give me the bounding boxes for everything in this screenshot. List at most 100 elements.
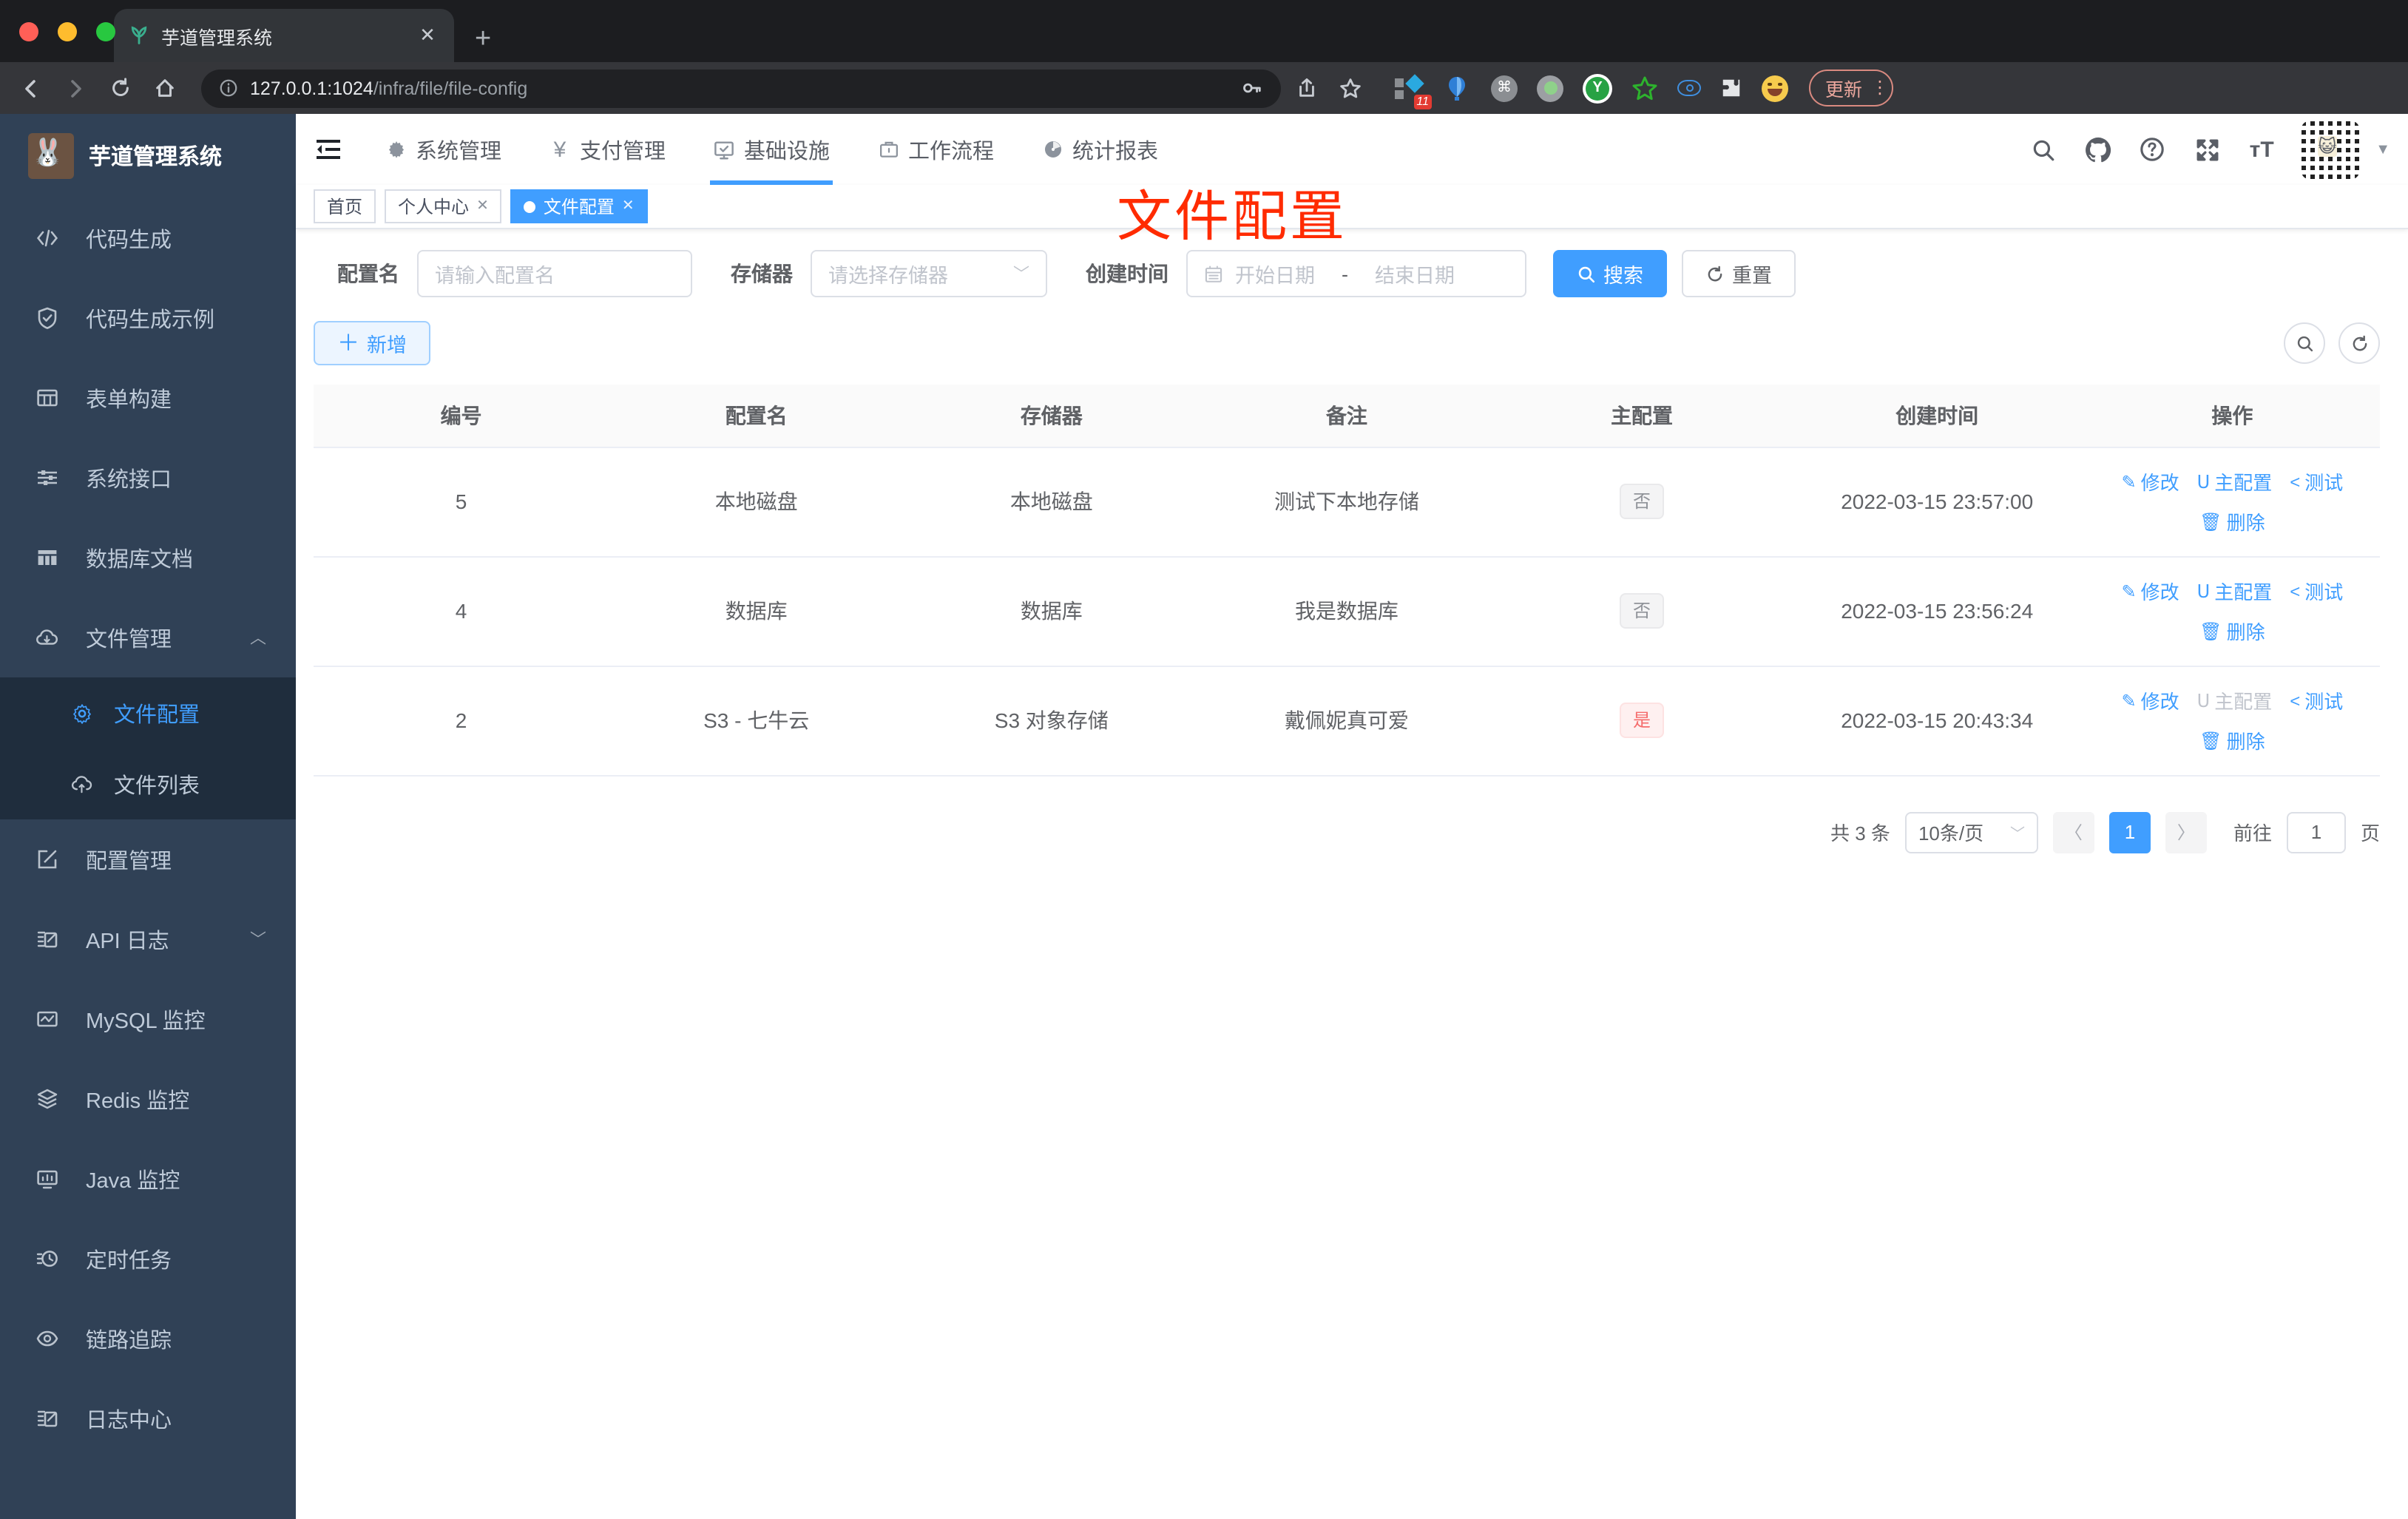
tag-home[interactable]: 首页 [314,189,376,223]
fullscreen-icon[interactable] [2192,135,2222,164]
sidebar-item-redis-monitor[interactable]: Redis 监控 [0,1059,296,1139]
sidebar-logo[interactable]: 芋道管理系统 [0,114,296,198]
sidebar-item-tracing[interactable]: 链路追踪 [0,1299,296,1378]
test-action[interactable]: < 测试 [2290,686,2343,714]
storage-select[interactable]: 请选择存储器 ﹀ [811,250,1047,297]
edit-action[interactable]: ✎ 修改 [2121,577,2179,605]
extension-command-icon[interactable]: ⌘ [1491,75,1518,101]
window-close-button[interactable] [19,22,38,41]
magnet-icon: ᑌ [2196,581,2211,601]
extensions-puzzle-icon[interactable] [1720,77,1742,99]
password-key-icon[interactable] [1241,77,1263,99]
sidebar-item-form-builder[interactable]: 表单构建 [0,358,296,438]
window-minimize-button[interactable] [58,22,77,41]
browser-tab[interactable]: 芋道管理系统 ✕ [114,9,454,62]
search-button[interactable]: 搜索 [1553,250,1667,297]
monitor-check-icon [713,138,735,160]
sidebar-item-file-mgmt[interactable]: 文件管理 ︿ [0,598,296,677]
master-action[interactable]: ᑌ 主配置 [2197,577,2273,605]
forward-icon[interactable] [56,69,95,107]
refresh-table-button[interactable] [2338,322,2380,364]
avatar-caret-icon[interactable]: ▼ [2375,141,2390,158]
sidebar-item-java-monitor[interactable]: Java 监控 [0,1139,296,1219]
share-icon[interactable] [1287,69,1325,107]
sidebar-item-api-log[interactable]: API 日志 ﹀ [0,899,296,979]
window-zoom-button[interactable] [96,22,115,41]
delete-action[interactable]: 🗑 删除 [2199,507,2265,535]
nav-item-infra[interactable]: 基础设施 [695,114,848,185]
search-icon[interactable] [2028,135,2057,164]
date-range-picker[interactable]: 开始日期 - 结束日期 [1186,250,1526,297]
top-navigation: 系统管理 ¥ 支付管理 基础设施 工作流程 统计报表 [367,114,1176,185]
sidebar-item-scheduled-tasks[interactable]: 定时任务 [0,1219,296,1299]
show-search-button[interactable] [2284,322,2325,364]
sidebar-item-code-demo[interactable]: 代码生成示例 [0,278,296,358]
sidebar-item-code-gen[interactable]: 代码生成 [0,198,296,278]
tab-close-icon[interactable]: ✕ [416,24,439,47]
next-page-button[interactable]: 〉 [2165,811,2207,853]
url-bar[interactable]: 127.0.0.1:1024/infra/file/file-config [201,69,1281,107]
extension-green-dot-icon[interactable] [1537,75,1563,101]
sidebar-item-system-api[interactable]: 系统接口 [0,438,296,518]
edit-icon: ✎ [2121,471,2137,492]
close-icon[interactable]: ✕ [476,198,489,214]
close-icon[interactable]: ✕ [622,198,635,214]
current-page[interactable]: 1 [2108,811,2151,853]
tags-bar: 首页 个人中心 ✕ 文件配置 ✕ [296,185,2408,229]
window-controls[interactable] [19,22,115,41]
help-icon[interactable] [2137,135,2167,164]
reset-button[interactable]: 重置 [1682,250,1796,297]
edit-action[interactable]: ✎ 修改 [2121,686,2179,714]
prev-page-button[interactable]: 〈 [2052,811,2094,853]
delete-action[interactable]: 🗑 删除 [2199,726,2265,754]
log-edit-icon [35,927,59,951]
chart-icon [35,1007,59,1031]
test-action[interactable]: < 测试 [2290,467,2343,495]
config-name-input[interactable]: 请输入配置名 [417,250,692,297]
page-size-select[interactable]: 10条/页 ﹀ [1904,811,2038,853]
favicon-leaf-icon [129,25,149,46]
chevron-down-icon: ﹀ [250,932,266,950]
sidebar-item-mysql-monitor[interactable]: MySQL 监控 [0,979,296,1059]
add-button[interactable]: ＋ 新增 [314,321,431,365]
delete-action[interactable]: 🗑 删除 [2199,617,2265,645]
cell-id: 4 [314,556,609,666]
nav-item-pay[interactable]: ¥ 支付管理 [531,114,683,185]
tag-file-config[interactable]: 文件配置 ✕ [510,189,648,223]
back-icon[interactable] [12,69,50,107]
edit-action[interactable]: ✎ 修改 [2121,467,2179,495]
extension-y-icon[interactable]: Y [1583,73,1612,103]
sidebar-item-log-center[interactable]: 日志中心 [0,1378,296,1458]
sidebar-item-db-doc[interactable]: 数据库文档 [0,518,296,598]
test-action[interactable]: < 测试 [2290,577,2343,605]
extension-balloon-icon[interactable] [1442,73,1472,103]
col-name: 配置名 [609,385,904,447]
goto-page-input[interactable]: 1 [2286,811,2346,853]
col-id: 编号 [314,385,609,447]
sidebar: 芋道管理系统 代码生成 代码生成示例 表单构建 系统接口 [0,114,296,1519]
gear-icon [71,702,93,724]
sidebar-item-config-mgmt[interactable]: 配置管理 [0,819,296,899]
sidebar-collapse-icon[interactable] [308,129,349,170]
avatar[interactable] [2302,121,2360,178]
reload-icon[interactable] [101,69,139,107]
extension-emoji-icon[interactable] [1762,75,1788,101]
bookmark-star-icon[interactable] [1331,69,1370,107]
browser-update-button[interactable]: 更新 ⋮ [1809,70,1894,106]
new-tab-button[interactable]: + [475,24,491,62]
extension-eye-icon[interactable] [1677,80,1701,96]
table-row: 5 本地磁盘 本地磁盘 测试下本地存储 否 2022-03-15 23:57:0… [314,447,2380,557]
nav-item-system[interactable]: 系统管理 [367,114,519,185]
font-size-icon[interactable]: ᴛT [2247,135,2276,164]
nav-item-workflow[interactable]: 工作流程 [859,114,1012,185]
sidebar-item-file-config[interactable]: 文件配置 [0,677,296,748]
extension-star-icon[interactable] [1631,75,1658,101]
extension-grid-diamond-icon[interactable]: 11 [1393,73,1432,109]
browser-tab-strip: 芋道管理系统 ✕ + [0,0,2408,62]
master-action[interactable]: ᑌ 主配置 [2197,467,2273,495]
sidebar-item-file-list[interactable]: 文件列表 [0,748,296,819]
tag-profile[interactable]: 个人中心 ✕ [385,189,502,223]
browser-menu-kebab-icon[interactable]: ⋮ [1871,78,1889,96]
home-icon[interactable] [145,69,183,107]
github-icon[interactable] [2083,135,2112,164]
